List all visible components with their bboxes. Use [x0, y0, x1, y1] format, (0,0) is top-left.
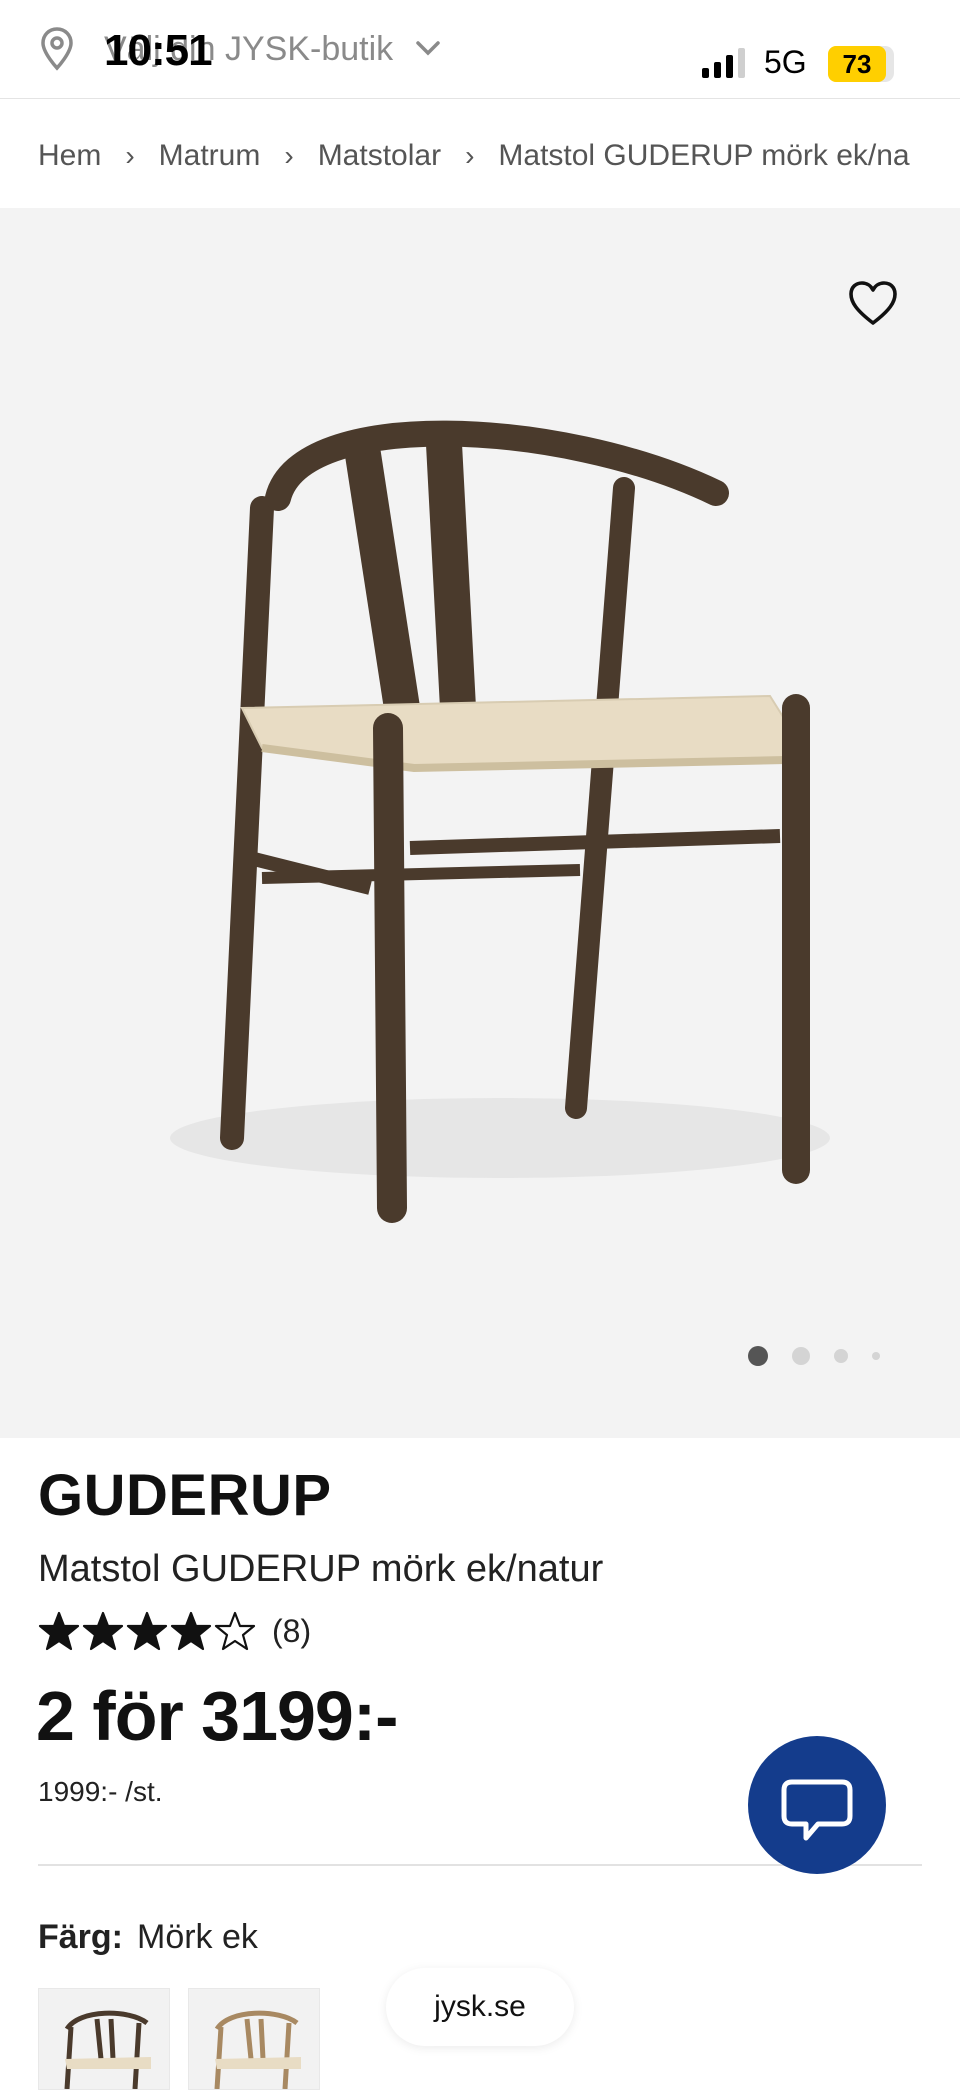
gallery-pagination — [748, 1344, 904, 1368]
breadcrumb-item[interactable]: Matstol GUDERUP mörk ek/na — [498, 139, 909, 173]
color-swatch-dark-oak[interactable] — [38, 1988, 170, 2090]
star-filled-icon — [38, 1611, 80, 1651]
product-image — [170, 420, 830, 1223]
star-empty-icon — [214, 1611, 256, 1651]
chair-thumbnail-natural — [214, 2010, 301, 2089]
chat-bubble-icon — [781, 1779, 853, 1841]
pagination-dot[interactable] — [834, 1349, 848, 1363]
color-swatch-natural-oak[interactable] — [188, 1988, 320, 2090]
product-name: Matstol GUDERUP mörk ek/natur — [38, 1548, 604, 1590]
pagination-dot[interactable] — [872, 1352, 880, 1360]
battery-indicator: 73 — [828, 46, 894, 82]
price: 2 för 3199:- — [36, 1677, 398, 1755]
network-type: 5G — [764, 44, 807, 80]
battery-level: 73 — [828, 46, 886, 82]
store-selector[interactable]: Välj din JYSK-butik — [40, 24, 441, 74]
signal-icon — [702, 48, 745, 78]
breadcrumb-item[interactable]: Matrum — [159, 139, 261, 173]
status-time: 10:51 — [104, 26, 213, 75]
color-label: Färg: — [38, 1918, 123, 1956]
chevron-down-icon — [416, 41, 440, 56]
color-value: Mörk ek — [137, 1918, 258, 1956]
review-count[interactable]: (8) — [272, 1613, 311, 1650]
star-filled-icon — [170, 1611, 212, 1651]
pagination-dot[interactable] — [748, 1346, 768, 1366]
color-selector: Färg: Mörk ek — [38, 1918, 258, 1957]
chevron-right-icon: › — [125, 140, 135, 171]
favorite-heart-icon[interactable] — [848, 280, 898, 326]
chevron-right-icon: › — [465, 140, 475, 171]
rating-stars[interactable]: (8) — [38, 1606, 311, 1656]
chat-button[interactable] — [748, 1736, 886, 1874]
browser-url-pill[interactable]: jysk.se — [386, 1968, 574, 2046]
star-filled-icon — [126, 1611, 168, 1651]
location-pin-icon — [41, 27, 73, 71]
unit-price: 1999:- /st. — [38, 1776, 163, 1807]
product-image-gallery[interactable] — [0, 208, 960, 1438]
chair-thumbnail-dark — [64, 2010, 151, 2089]
star-filled-icon — [82, 1611, 124, 1651]
pagination-dot[interactable] — [792, 1347, 810, 1365]
breadcrumb-item[interactable]: Matstolar — [318, 139, 441, 173]
chevron-right-icon: › — [284, 140, 294, 171]
breadcrumb: Hem › Matrum › Matstolar › Matstol GUDER… — [38, 128, 960, 184]
breadcrumb-item[interactable]: Hem — [38, 139, 101, 173]
product-brand: GUDERUP — [38, 1463, 332, 1528]
